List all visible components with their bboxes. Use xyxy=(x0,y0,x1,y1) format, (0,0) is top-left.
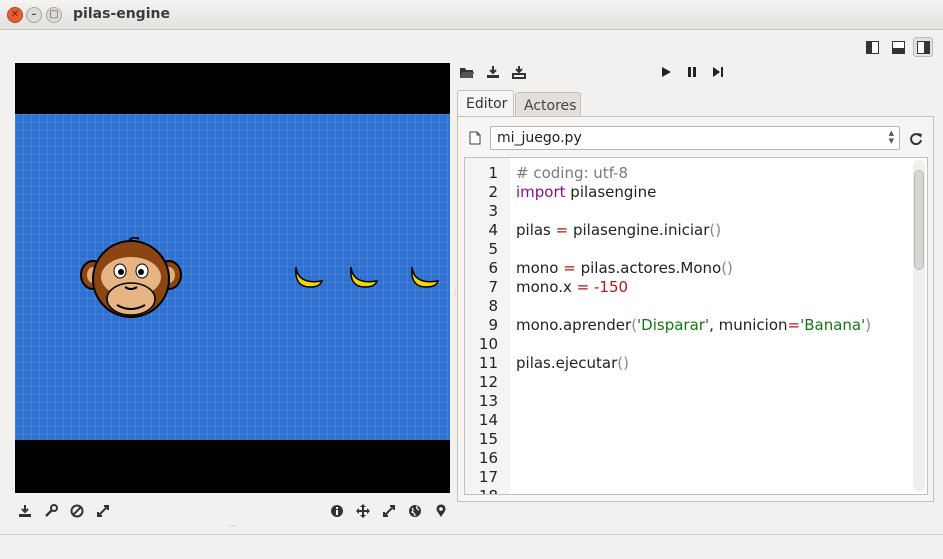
status-bar xyxy=(0,534,943,559)
code-line[interactable]: import pilasengine xyxy=(516,183,656,202)
close-window-button[interactable]: ✕ xyxy=(7,7,23,23)
game-canvas[interactable] xyxy=(15,63,450,493)
code-token: mono xyxy=(516,259,564,277)
banana-projectile xyxy=(411,266,440,288)
line-number: 9 xyxy=(488,316,498,334)
code-token: # coding: utf-8 xyxy=(516,164,629,182)
file-icon xyxy=(466,129,484,147)
window-title: pilas-engine xyxy=(73,6,170,22)
code-token: , municion xyxy=(709,316,788,334)
line-number: 18 xyxy=(465,487,498,494)
code-line[interactable]: pilas = pilasengine.iniciar() xyxy=(516,221,721,240)
line-number: 10 xyxy=(478,335,498,353)
code-token: import xyxy=(516,183,566,201)
title-bar: ✕ – □ pilas-engine xyxy=(0,0,943,30)
line-number: 12 xyxy=(478,373,498,391)
file-selector[interactable]: mi_juego.py ▲ ▼ xyxy=(490,126,900,150)
location-pin-icon[interactable] xyxy=(432,502,450,520)
line-number: 14 xyxy=(478,411,498,429)
no-entry-icon[interactable] xyxy=(68,502,86,520)
line-number: 4 xyxy=(488,221,498,239)
line-number: 13 xyxy=(478,392,498,410)
code-token: -150 xyxy=(593,278,629,296)
panel-resize-grip[interactable]: ⋯ xyxy=(229,521,237,530)
expand-icon[interactable] xyxy=(380,502,398,520)
panel-splitter[interactable]: ⋮ xyxy=(451,288,459,298)
monkey-actor[interactable] xyxy=(79,237,183,323)
open-folder-icon[interactable] xyxy=(458,63,476,81)
code-token: pilasengine.iniciar xyxy=(568,221,710,239)
line-number-gutter: 123456789101112131415161718 xyxy=(465,158,510,494)
tab-actores[interactable]: Actores xyxy=(515,92,581,119)
chevron-updown-icon: ▲ ▼ xyxy=(888,129,894,145)
reload-icon[interactable] xyxy=(907,129,925,147)
play-icon[interactable] xyxy=(657,63,675,81)
code-token: = xyxy=(555,221,569,239)
layout-bottom-icon[interactable] xyxy=(889,38,907,56)
info-icon[interactable] xyxy=(328,502,346,520)
code-line[interactable]: mono.x = -150 xyxy=(516,278,628,297)
minimize-window-button[interactable]: – xyxy=(26,7,42,23)
code-line[interactable]: # coding: utf-8 xyxy=(516,164,628,183)
save-as-icon[interactable] xyxy=(510,63,528,81)
step-icon[interactable] xyxy=(709,63,727,81)
code-token: = xyxy=(563,259,576,277)
code-token: mono.aprender xyxy=(516,316,632,334)
code-token: pilasengine xyxy=(565,183,657,201)
code-token: 'Banana' xyxy=(800,316,866,334)
pause-icon[interactable] xyxy=(683,63,701,81)
line-number: 3 xyxy=(488,202,498,220)
move-icon[interactable] xyxy=(354,502,372,520)
line-number: 11 xyxy=(478,354,498,372)
globe-icon[interactable] xyxy=(406,502,424,520)
layout-right-icon[interactable] xyxy=(913,37,933,57)
line-number: 5 xyxy=(488,240,498,258)
wrench-icon[interactable] xyxy=(42,502,60,520)
code-token: pilas.actores.Mono xyxy=(575,259,722,277)
save-screenshot-icon[interactable] xyxy=(16,502,34,520)
scrollbar-thumb[interactable] xyxy=(914,170,924,270)
file-selector-value: mi_juego.py xyxy=(497,130,582,146)
save-icon[interactable] xyxy=(484,63,502,81)
code-token: ) xyxy=(865,316,872,334)
code-line[interactable]: pilas.ejecutar() xyxy=(516,354,629,373)
vertical-scrollbar[interactable] xyxy=(913,160,925,492)
code-editor[interactable]: 123456789101112131415161718 # coding: ut… xyxy=(464,157,928,495)
fullscreen-icon[interactable] xyxy=(94,502,112,520)
line-number: 16 xyxy=(478,449,498,467)
banana-projectile xyxy=(350,266,379,288)
line-number: 8 xyxy=(488,297,498,315)
maximize-window-button[interactable]: □ xyxy=(46,7,62,23)
code-line[interactable]: mono = pilas.actores.Mono() xyxy=(516,259,733,278)
code-token: mono.x xyxy=(516,278,577,296)
code-token: = xyxy=(576,278,590,296)
code-line[interactable]: mono.aprender('Disparar', municion='Bana… xyxy=(516,316,871,335)
code-token: () xyxy=(721,259,733,277)
line-number: 17 xyxy=(478,468,498,486)
code-token: = xyxy=(787,316,801,334)
code-token: () xyxy=(617,354,629,372)
banana-projectile xyxy=(295,266,324,288)
line-number: 2 xyxy=(488,183,498,201)
code-token: () xyxy=(709,221,722,239)
layout-left-icon[interactable] xyxy=(863,38,881,56)
tab-editor[interactable]: Editor xyxy=(457,90,514,117)
line-number: 6 xyxy=(488,259,498,277)
line-number: 7 xyxy=(488,278,498,296)
line-number: 15 xyxy=(478,430,498,448)
code-token: pilas xyxy=(516,221,556,239)
line-number: 1 xyxy=(488,164,498,182)
code-token: pilas.ejecutar xyxy=(516,354,618,372)
code-token: 'Disparar' xyxy=(637,316,710,334)
